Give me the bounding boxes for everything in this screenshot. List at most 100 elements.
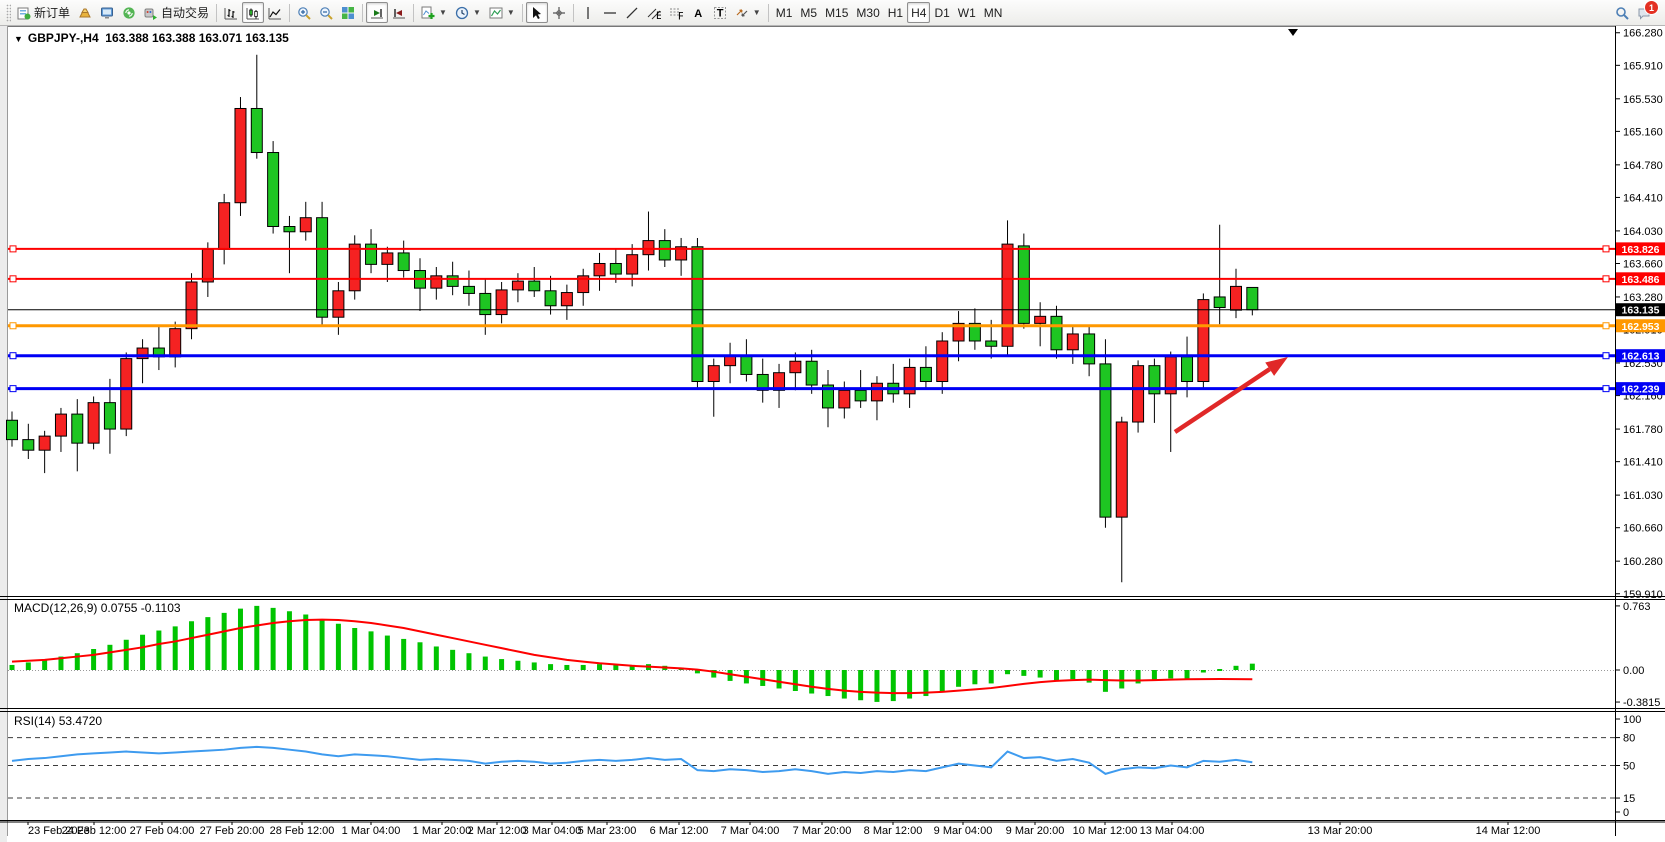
trendline-button[interactable] bbox=[621, 2, 643, 23]
candle-body bbox=[7, 420, 18, 439]
candle-body bbox=[398, 253, 409, 271]
rsi-tick: 80 bbox=[1623, 733, 1635, 745]
timeframe-H4[interactable]: H4 bbox=[907, 2, 930, 23]
templates-icon bbox=[489, 6, 503, 20]
notifications-button[interactable]: 1 bbox=[1633, 2, 1655, 23]
candle-body bbox=[1051, 316, 1062, 349]
date-label: 5 Mar 23:00 bbox=[578, 825, 637, 837]
timeframe-H1[interactable]: H1 bbox=[884, 2, 907, 23]
candle-body bbox=[1198, 300, 1209, 382]
timeframe-W1[interactable]: W1 bbox=[954, 2, 980, 23]
price-tick: 166.280 bbox=[1623, 28, 1663, 40]
horizontal-line-icon bbox=[603, 6, 617, 20]
candle-body bbox=[1067, 334, 1078, 350]
zoom-out-icon bbox=[319, 6, 333, 20]
zoom-in-icon bbox=[297, 6, 311, 20]
date-label: 27 Feb 04:00 bbox=[130, 825, 195, 837]
equidistant-channel-button[interactable]: E bbox=[643, 2, 665, 23]
zoom-out-button[interactable] bbox=[315, 2, 337, 23]
hline-handle[interactable] bbox=[1603, 323, 1609, 329]
date-label: 27 Feb 20:00 bbox=[200, 825, 265, 837]
rsi-indicator-label: RSI(14) 53.4720 bbox=[14, 714, 102, 728]
candle-body bbox=[1035, 316, 1046, 323]
signals-button[interactable] bbox=[118, 2, 140, 23]
terminal-button[interactable] bbox=[96, 2, 118, 23]
price-tick: 164.780 bbox=[1623, 160, 1663, 172]
hline-handle[interactable] bbox=[1603, 246, 1609, 252]
candle-body bbox=[202, 249, 213, 282]
hline-handle[interactable] bbox=[10, 246, 16, 252]
crosshair-button[interactable] bbox=[548, 2, 570, 23]
date-label: 9 Mar 20:00 bbox=[1006, 825, 1065, 837]
tile-windows-button[interactable] bbox=[337, 2, 359, 23]
candlestick-chart-button[interactable] bbox=[242, 2, 264, 23]
chart-shift-button[interactable] bbox=[388, 2, 410, 23]
timeframe-D1[interactable]: D1 bbox=[930, 2, 953, 23]
candle-body bbox=[1182, 357, 1193, 382]
timeframe-MN[interactable]: MN bbox=[980, 2, 1007, 23]
candle-body bbox=[871, 383, 882, 401]
separator bbox=[362, 4, 363, 22]
auto-trading-button[interactable]: 自动交易 bbox=[140, 2, 213, 23]
svg-text:162.239: 162.239 bbox=[1622, 384, 1660, 396]
macd-tick: 0.763 bbox=[1623, 601, 1651, 613]
candle-body bbox=[23, 440, 34, 451]
text-label-button[interactable]: T bbox=[709, 2, 731, 23]
candle-body bbox=[708, 366, 719, 382]
macd-bar bbox=[1217, 669, 1222, 671]
text-button[interactable]: A bbox=[687, 2, 709, 23]
timeframe-M15[interactable]: M15 bbox=[821, 2, 852, 23]
rsi-tick: 100 bbox=[1623, 714, 1641, 726]
line-chart-button[interactable] bbox=[264, 2, 286, 23]
timeframe-M5[interactable]: M5 bbox=[796, 2, 821, 23]
rsi-tick: 15 bbox=[1623, 793, 1635, 805]
vertical-line-button[interactable] bbox=[577, 2, 599, 23]
new-order-icon bbox=[17, 6, 31, 20]
cursor-button[interactable] bbox=[526, 2, 548, 23]
candle-body bbox=[1214, 297, 1225, 308]
templates-button[interactable]: ▼ bbox=[485, 2, 519, 23]
gold-button[interactable] bbox=[74, 2, 96, 23]
macd-indicator-label: MACD(12,26,9) 0.0755 -0.1103 bbox=[14, 601, 181, 615]
candle-body bbox=[920, 367, 931, 381]
hline-handle[interactable] bbox=[10, 353, 16, 359]
candle-body bbox=[1002, 244, 1013, 346]
fibonacci-button[interactable]: F bbox=[665, 2, 687, 23]
candlestick-chart-icon bbox=[246, 6, 260, 20]
shapes-button[interactable]: ▼ bbox=[731, 2, 765, 23]
signals-icon bbox=[122, 6, 136, 20]
chart-shift-icon bbox=[392, 6, 406, 20]
price-tick: 165.530 bbox=[1623, 94, 1663, 106]
hline-handle[interactable] bbox=[1603, 353, 1609, 359]
candle-body bbox=[1133, 366, 1144, 422]
bar-chart-button[interactable] bbox=[220, 2, 242, 23]
hline-handle[interactable] bbox=[10, 276, 16, 282]
candle-body bbox=[741, 355, 752, 374]
candle-body bbox=[986, 341, 997, 346]
macd-tick: -0.3815 bbox=[1623, 697, 1660, 709]
hline-handle[interactable] bbox=[1603, 276, 1609, 282]
auto-scroll-button[interactable] bbox=[366, 2, 388, 23]
horizontal-line-button[interactable] bbox=[599, 2, 621, 23]
hline-handle[interactable] bbox=[1603, 386, 1609, 392]
timeframe-M1[interactable]: M1 bbox=[772, 2, 797, 23]
indicators-button[interactable]: ▼ bbox=[417, 2, 451, 23]
zoom-in-button[interactable] bbox=[293, 2, 315, 23]
candle-body bbox=[268, 153, 279, 227]
hline-handle[interactable] bbox=[10, 386, 16, 392]
search-button[interactable] bbox=[1611, 2, 1633, 23]
hline-handle[interactable] bbox=[10, 323, 16, 329]
new-order-button[interactable]: 新订单 bbox=[13, 2, 74, 23]
symbol-dropdown-icon[interactable]: ▼ bbox=[14, 34, 23, 44]
date-label: 2 Mar 12:00 bbox=[468, 825, 527, 837]
svg-text:162.953: 162.953 bbox=[1622, 321, 1660, 333]
timeframe-M30[interactable]: M30 bbox=[852, 2, 883, 23]
candle-body bbox=[431, 276, 442, 288]
periods-button[interactable]: ▼ bbox=[451, 2, 485, 23]
candle-body bbox=[235, 108, 246, 202]
rsi-value: 53.4720 bbox=[59, 714, 102, 728]
candle-body bbox=[284, 227, 295, 232]
date-label: 1 Mar 20:00 bbox=[413, 825, 472, 837]
toolbar-grip[interactable] bbox=[6, 4, 11, 22]
chart-canvas[interactable]: 166.280165.910165.530165.160164.780164.4… bbox=[0, 0, 1665, 842]
